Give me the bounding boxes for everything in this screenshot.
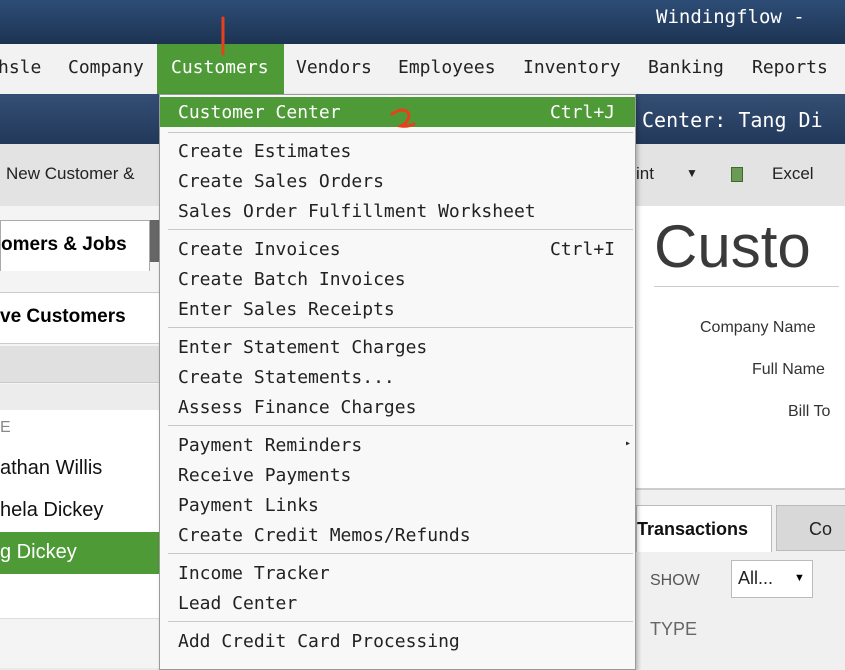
menu-item-create-estimates[interactable]: Create Estimates [160,136,635,166]
bill-to-label: Bill To [788,403,831,420]
menu-separator [168,553,633,554]
list-item-empty[interactable] [0,574,160,619]
menu-vendors[interactable]: Vendors [296,57,372,78]
menu-inventory[interactable]: Inventory [523,57,621,78]
tab-transactions[interactable]: Transactions [636,505,772,552]
customer-filter-select[interactable]: ve Customers [0,292,160,344]
type-column-header[interactable]: TYPE [650,619,697,640]
menu-bar: hsle Company Vendors Employees Inventory… [0,44,845,95]
menu-customers-label: Customers [171,57,269,78]
company-name-label: Company Name [700,319,816,336]
menu-item-enter-sales-receipts[interactable]: Enter Sales Receipts [160,294,635,324]
customers-menu-dropdown: Customer Center Ctrl+J Create Estimates … [159,94,636,670]
menu-item-receive-payments[interactable]: Receive Payments [160,460,635,490]
list-item[interactable]: hela Dickey [0,490,160,533]
menu-item-enter-statement-charges[interactable]: Enter Statement Charges [160,332,635,362]
list-item[interactable]: athan Willis [0,448,160,491]
print-dropdown-icon[interactable]: ▼ [686,166,698,180]
menu-separator [168,132,633,133]
show-label: SHOW [650,572,700,589]
menu-item-payment-reminders[interactable]: Payment Reminders ▸ [160,430,635,460]
window-title: Windingflow - [656,6,805,28]
list-header-spacer [0,384,160,411]
menu-separator [168,425,633,426]
menu-item-assess-finance-charges[interactable]: Assess Finance Charges [160,392,635,422]
menu-item-create-sales-orders[interactable]: Create Sales Orders [160,166,635,196]
tab-customers-jobs-label: omers & Jobs [1,234,127,255]
menu-item-income-tracker[interactable]: Income Tracker [160,558,635,588]
menu-vehicle[interactable]: hsle [0,57,41,78]
menu-item-lead-center[interactable]: Lead Center [160,588,635,618]
print-button[interactable]: int [636,164,654,184]
divider [654,286,839,287]
menu-item-add-credit-card-processing[interactable]: Add Credit Card Processing [160,626,635,656]
submenu-arrow-icon: ▸ [624,438,631,449]
menu-customers[interactable]: Customers [157,44,284,94]
menu-separator [168,621,633,622]
menu-item-payment-links[interactable]: Payment Links [160,490,635,520]
menu-employees[interactable]: Employees [398,57,496,78]
menu-item-create-invoices[interactable]: Create Invoices Ctrl+I [160,234,635,264]
customer-name-heading: Custo [654,213,811,280]
menu-separator [168,327,633,328]
menu-separator [168,229,633,230]
title-bar: Windingflow - [0,0,845,44]
menu-company[interactable]: Company [68,57,144,78]
customer-list-panel: omers & Jobs ve Customers E athan Willis… [0,206,160,668]
menu-item-create-statements[interactable]: Create Statements... [160,362,635,392]
customer-filter-label: ve Customers [0,306,126,327]
tab-contacts[interactable]: Co [776,505,845,551]
list-item-selected[interactable]: g Dickey [0,532,160,575]
chevron-down-icon: ▼ [794,572,805,584]
column-header-name[interactable]: E [0,410,160,453]
menu-item-create-batch-invoices[interactable]: Create Batch Invoices [160,264,635,294]
menu-banking[interactable]: Banking [648,57,724,78]
excel-icon [731,167,743,182]
menu-item-customer-center[interactable]: Customer Center Ctrl+J [160,97,635,127]
full-name-label: Full Name [752,361,825,378]
new-customer-button[interactable]: New Customer & [6,164,134,184]
search-band [0,346,160,383]
excel-button[interactable]: Excel [772,164,814,184]
show-select[interactable]: All... ▼ [731,560,813,598]
menu-item-credit-memos-refunds[interactable]: Create Credit Memos/Refunds [160,520,635,550]
tab-customers-jobs[interactable]: omers & Jobs [0,220,150,271]
menu-item-sales-order-fulfillment[interactable]: Sales Order Fulfillment Worksheet [160,196,635,226]
center-title: Center: Tang Di [642,108,823,132]
menu-reports[interactable]: Reports [752,57,828,78]
